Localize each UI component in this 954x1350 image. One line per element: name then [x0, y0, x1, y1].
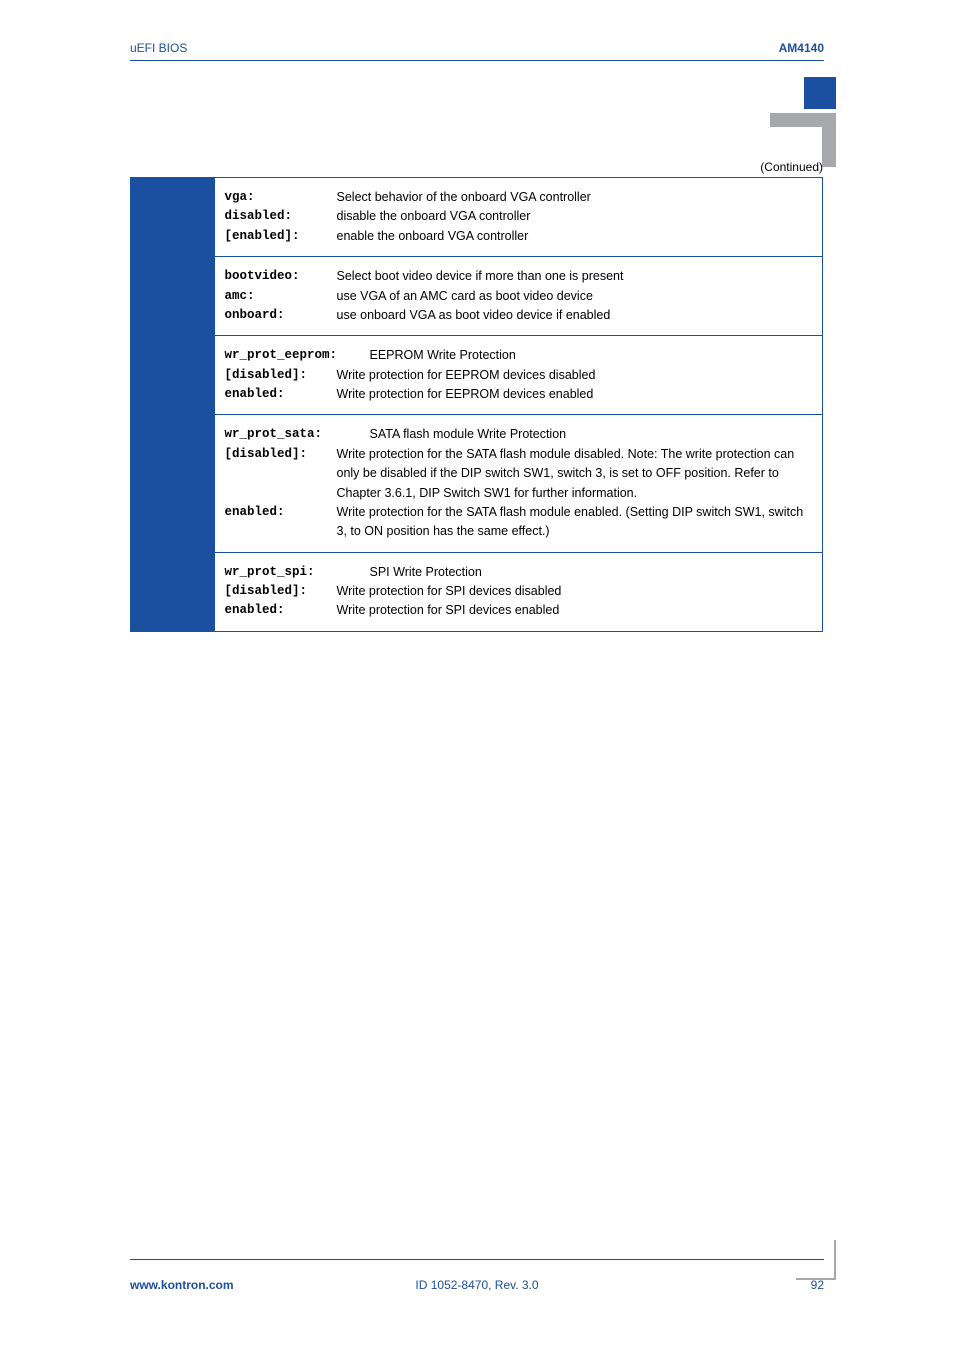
options-table: vga: Select behavior of the onboard VGA … — [130, 177, 823, 632]
item-key: enabled: — [225, 601, 337, 620]
row-content-cell: bootvideo: Select boot video device if m… — [215, 257, 823, 336]
corner-bracket-icon — [796, 1240, 836, 1280]
item-val: use VGA of an AMC card as boot video dev… — [337, 287, 813, 306]
table-row: wr_prot_sata: SATA flash module Write Pr… — [131, 415, 823, 552]
table-row: wr_prot_spi: SPI Write Protection [disab… — [131, 552, 823, 631]
row-label-cell — [131, 257, 215, 336]
option-key: bootvideo: — [225, 267, 337, 286]
item-key: [disabled]: — [225, 445, 337, 503]
header-left: uEFI BIOS — [130, 41, 187, 55]
row-label-cell — [131, 415, 215, 552]
item-val: Write protection for SPI devices disable… — [337, 582, 813, 601]
option-desc: EEPROM Write Protection — [370, 346, 813, 365]
table-continued-label: (Continued) — [130, 160, 823, 174]
table-row: wr_prot_eeprom: EEPROM Write Protection … — [131, 336, 823, 415]
row-content-cell: wr_prot_eeprom: EEPROM Write Protection … — [215, 336, 823, 415]
item-val: Write protection for EEPROM devices enab… — [337, 385, 813, 404]
header-rule: uEFI BIOS AM4140 — [130, 60, 824, 61]
option-desc: SPI Write Protection — [370, 563, 813, 582]
option-desc: Select boot video device if more than on… — [337, 267, 813, 286]
footer-page-number: 92 — [811, 1278, 824, 1292]
header-right: AM4140 — [779, 41, 824, 55]
footer-rule — [130, 1259, 824, 1260]
option-desc: Select behavior of the onboard VGA contr… — [337, 188, 813, 207]
row-content-cell: wr_prot_spi: SPI Write Protection [disab… — [215, 552, 823, 631]
item-val: disable the onboard VGA controller — [337, 207, 813, 226]
option-desc: SATA flash module Write Protection — [370, 425, 813, 444]
item-val: use onboard VGA as boot video device if … — [337, 306, 813, 325]
table-row: bootvideo: Select boot video device if m… — [131, 257, 823, 336]
item-key: disabled: — [225, 207, 337, 226]
item-val: Write protection for the SATA flash modu… — [337, 445, 813, 503]
option-key: vga: — [225, 188, 337, 207]
page: uEFI BIOS AM4140 (Continued) vga: Select… — [0, 0, 954, 1350]
row-label-cell — [131, 178, 215, 257]
kontron-logo — [754, 77, 836, 159]
logo-square-icon — [804, 77, 836, 109]
item-key: [enabled]: — [225, 227, 337, 246]
row-label-cell — [131, 552, 215, 631]
row-content-cell: wr_prot_sata: SATA flash module Write Pr… — [215, 415, 823, 552]
item-val: Write protection for SPI devices enabled — [337, 601, 813, 620]
option-key: wr_prot_spi: — [225, 563, 370, 582]
row-content-cell: vga: Select behavior of the onboard VGA … — [215, 178, 823, 257]
item-key: enabled: — [225, 385, 337, 404]
item-key: [disabled]: — [225, 366, 337, 385]
item-key: [disabled]: — [225, 582, 337, 601]
row-label-cell — [131, 336, 215, 415]
item-val: enable the onboard VGA controller — [337, 227, 813, 246]
table-row: vga: Select behavior of the onboard VGA … — [131, 178, 823, 257]
item-val: Write protection for EEPROM devices disa… — [337, 366, 813, 385]
option-key: wr_prot_eeprom: — [225, 346, 370, 365]
option-key: wr_prot_sata: — [225, 425, 370, 444]
logo-stem-icon — [822, 113, 836, 167]
item-key: amc: — [225, 287, 337, 306]
item-key: onboard: — [225, 306, 337, 325]
item-val: Write protection for the SATA flash modu… — [337, 503, 813, 542]
item-key: enabled: — [225, 503, 337, 542]
